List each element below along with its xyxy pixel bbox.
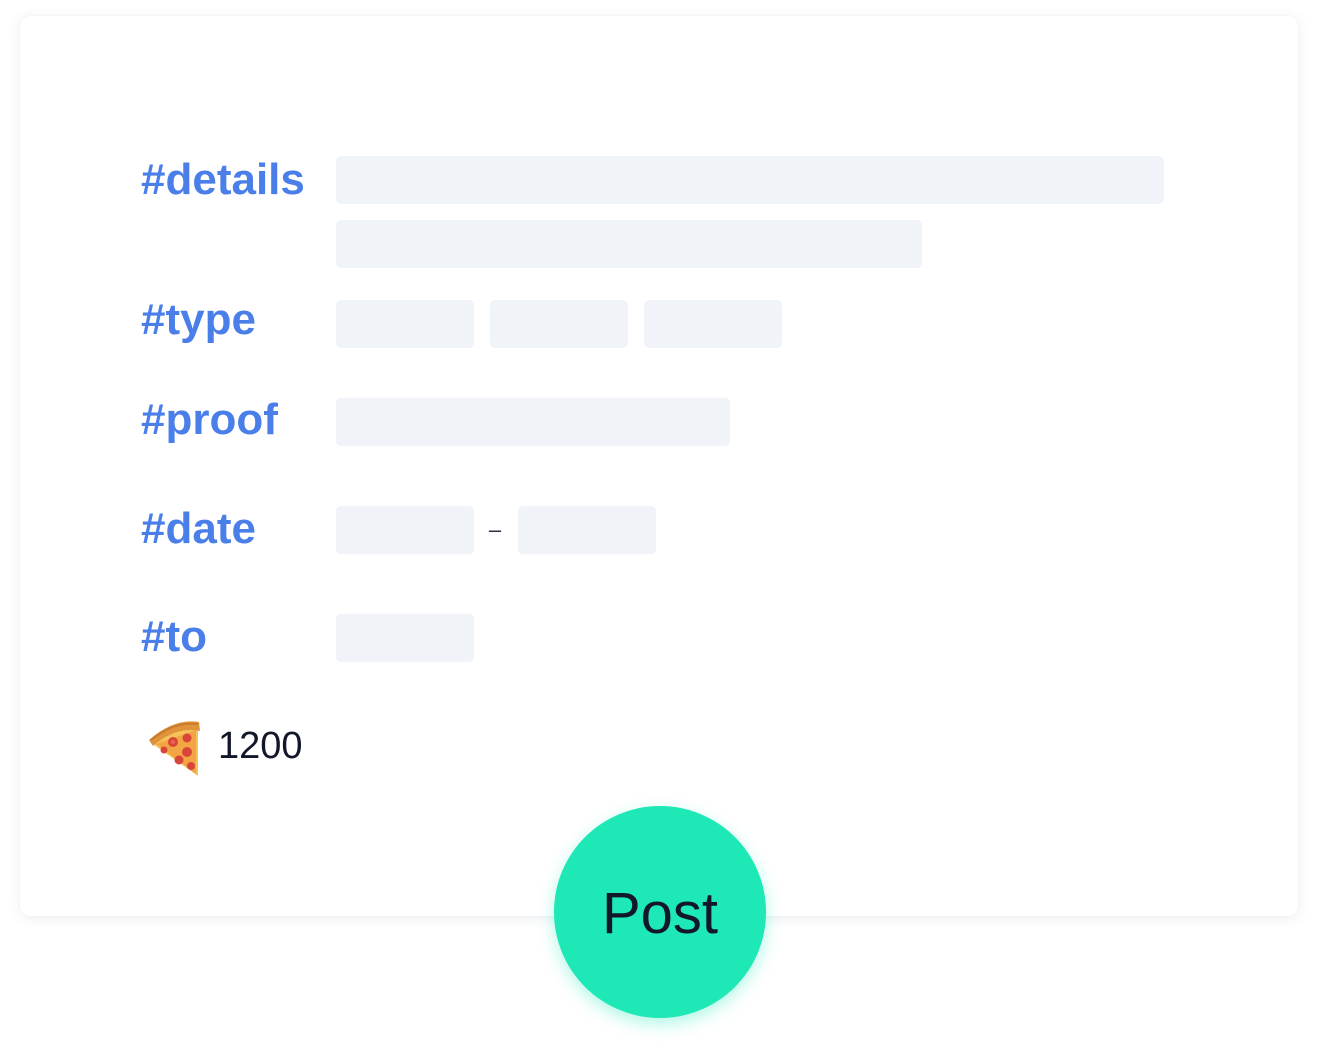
date-range-separator: – [488, 517, 502, 542]
post-form-card [20, 16, 1298, 916]
details-label: #details [141, 155, 305, 204]
post-button[interactable]: Post [554, 806, 766, 1018]
date-label: #date [141, 504, 256, 553]
type-label: #type [141, 295, 256, 344]
reward-amount: 1200 [218, 725, 303, 767]
type-option-3[interactable] [644, 300, 782, 348]
type-option-1[interactable] [336, 300, 474, 348]
proof-label: #proof [141, 395, 278, 444]
details-field-line-2[interactable] [336, 220, 922, 268]
date-start-field[interactable] [336, 506, 474, 554]
post-button-label: Post [601, 881, 719, 946]
to-label: #to [141, 612, 207, 661]
type-option-2[interactable] [490, 300, 628, 348]
date-end-field[interactable] [518, 506, 656, 554]
pizza-icon [146, 718, 204, 780]
proof-field[interactable] [336, 398, 730, 446]
to-field[interactable] [336, 614, 474, 662]
details-field-line-1[interactable] [336, 156, 1164, 204]
